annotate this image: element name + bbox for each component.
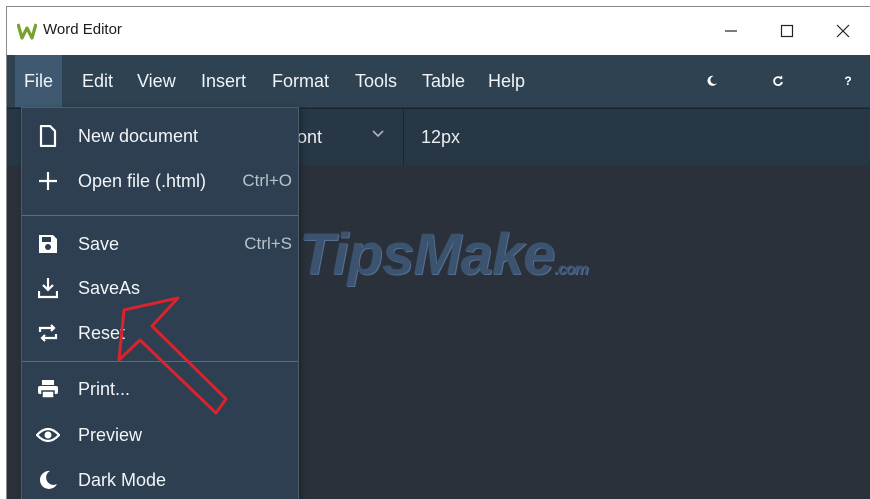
menu-item-saveas[interactable]: SaveAs bbox=[22, 266, 298, 310]
printer-icon bbox=[36, 377, 60, 401]
menu-item-label: Open file (.html) bbox=[78, 171, 207, 191]
menu-item-save[interactable]: Save Ctrl+S bbox=[22, 222, 298, 266]
menu-item-dark-mode[interactable]: Dark Mode bbox=[22, 458, 298, 499]
menu-item-reset[interactable]: Reset bbox=[22, 311, 298, 355]
menu-item-label: SaveAs bbox=[78, 278, 141, 298]
menu-view[interactable]: View bbox=[128, 55, 185, 107]
file-menu-dropdown: New document Open file (.html) Ctrl+O Sa… bbox=[21, 107, 299, 499]
menu-item-preview[interactable]: Preview bbox=[22, 413, 298, 457]
menu-item-label: New document bbox=[78, 126, 199, 146]
menu-item-new-document[interactable]: New document bbox=[22, 114, 298, 158]
help-icon[interactable]: ? bbox=[833, 55, 863, 107]
menu-tools[interactable]: Tools bbox=[346, 55, 406, 107]
title-bar: Word Editor bbox=[7, 7, 870, 55]
watermark-logo: TipsMake.com bbox=[299, 221, 589, 288]
maximize-icon bbox=[780, 24, 794, 38]
menu-bar: File Edit View Insert Format Tools Table… bbox=[7, 55, 870, 107]
menu-separator bbox=[22, 215, 298, 216]
moon-icon bbox=[36, 468, 60, 492]
app-logo-icon bbox=[17, 23, 37, 40]
repeat-icon bbox=[36, 321, 60, 345]
menu-separator bbox=[22, 361, 298, 362]
menu-item-shortcut: Ctrl+O bbox=[242, 171, 292, 190]
font-select[interactable]: ont bbox=[297, 109, 322, 165]
moon-icon[interactable] bbox=[697, 55, 727, 107]
menu-help[interactable]: Help bbox=[479, 55, 534, 107]
menu-table[interactable]: Table bbox=[413, 55, 474, 107]
menu-item-label: Dark Mode bbox=[78, 470, 167, 490]
menu-item-open-file[interactable]: Open file (.html) Ctrl+O bbox=[22, 159, 298, 203]
minimize-icon bbox=[725, 30, 737, 32]
chevron-down-icon[interactable] bbox=[371, 129, 385, 139]
close-button[interactable] bbox=[815, 7, 870, 55]
toolbar-divider bbox=[403, 109, 404, 165]
plus-icon bbox=[36, 169, 60, 193]
menu-item-label: Reset bbox=[78, 323, 126, 343]
menu-item-print[interactable]: Print... bbox=[22, 367, 298, 411]
menu-item-shortcut: Ctrl+S bbox=[244, 234, 292, 253]
maximize-button[interactable] bbox=[759, 7, 815, 55]
eye-icon bbox=[36, 423, 60, 447]
menu-item-label: Preview bbox=[78, 425, 143, 445]
menu-format[interactable]: Format bbox=[263, 55, 338, 107]
menu-item-label: Save bbox=[78, 234, 120, 254]
app-window: Word Editor File Edit View Insert Format… bbox=[6, 6, 870, 499]
refresh-icon[interactable] bbox=[763, 55, 793, 107]
file-icon bbox=[36, 124, 60, 148]
save-icon bbox=[36, 232, 60, 256]
download-icon bbox=[36, 276, 60, 300]
menu-insert[interactable]: Insert bbox=[192, 55, 255, 107]
menu-item-label: Print... bbox=[78, 379, 131, 399]
menu-edit[interactable]: Edit bbox=[73, 55, 122, 107]
close-icon bbox=[836, 24, 850, 38]
minimize-button[interactable] bbox=[703, 7, 759, 55]
watermark-text: TipsMake bbox=[299, 222, 555, 287]
menu-file[interactable]: File bbox=[15, 55, 63, 107]
watermark-suffix: .com bbox=[554, 261, 588, 278]
window-title: Word Editor bbox=[43, 21, 122, 38]
font-size-select[interactable]: 12px bbox=[421, 109, 460, 165]
